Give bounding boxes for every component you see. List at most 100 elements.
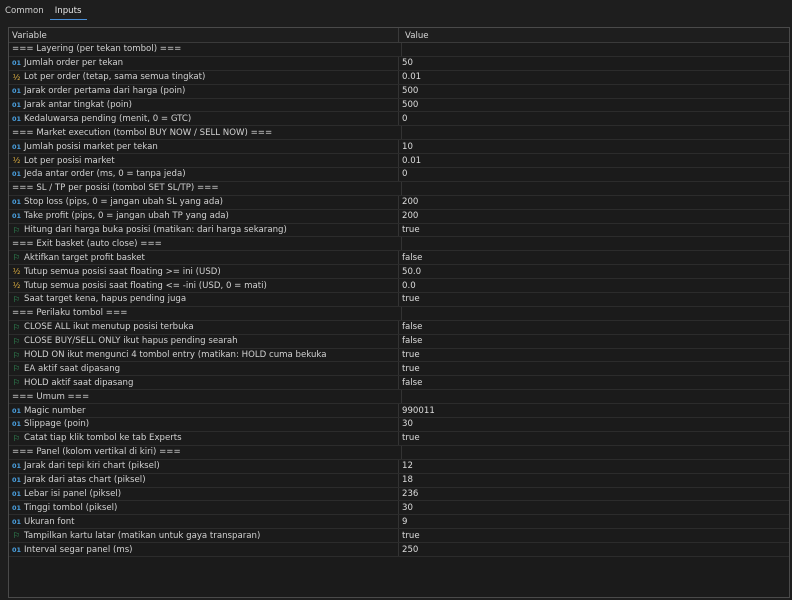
variable-cell: ⚐ Hitung dari harga buka posisi (matikan:… [9, 223, 399, 237]
value-cell[interactable]: 200 [399, 196, 418, 209]
value-cell[interactable]: false [399, 251, 422, 264]
table-row[interactable]: ⚐ Tampilkan kartu latar (matikan untuk ga… [9, 529, 789, 544]
table-row[interactable]: ⚐ Saat target kena, hapus pending juga tru… [9, 293, 789, 307]
variable-label: Tampilkan kartu latar (matikan untuk gay… [24, 530, 261, 541]
value-cell[interactable]: false [399, 335, 422, 348]
variable-cell: ⚐ HOLD ON ikut mengunci 4 tombol entry (m… [9, 348, 399, 362]
section-row[interactable]: === Umum === [9, 390, 789, 405]
tab-inputs[interactable]: Inputs [49, 0, 88, 20]
value-cell[interactable]: 9 [399, 515, 407, 528]
value-cell[interactable]: 12 [399, 460, 413, 473]
variable-label: Ukuran font [24, 516, 75, 527]
value-cell[interactable]: true [399, 293, 420, 306]
value-cell[interactable]: true [399, 224, 420, 237]
section-row[interactable]: === Perilaku tombol === [9, 306, 789, 321]
bool-flag-icon: ⚐ [12, 531, 21, 541]
value-text: 12 [402, 461, 413, 472]
value-cell[interactable]: 0.0 [399, 279, 416, 292]
table-row[interactable]: ½ Tutup semua posisi saat floating >= ini… [9, 265, 789, 280]
value-cell[interactable]: 990011 [399, 404, 435, 417]
value-cell[interactable]: 30 [399, 418, 413, 431]
table-row[interactable]: ⚐ HOLD ON ikut mengunci 4 tombol entry (m… [9, 348, 789, 363]
value-cell[interactable]: true [399, 362, 420, 375]
section-row[interactable]: === SL / TP per posisi (tombol SET SL/TP… [9, 181, 789, 196]
value-text: 10 [402, 141, 413, 152]
bool-flag-icon: ⚐ [12, 378, 21, 388]
variable-label: Jarak dari tepi kiri chart (piksel) [24, 461, 160, 472]
variable-cell: === Umum === [9, 390, 402, 404]
variable-cell: 01 Jarak antar tingkat (poin) [9, 98, 399, 112]
integer-type-icon: 01 [12, 489, 22, 498]
variable-cell: 01 Stop loss (pips, 0 = jangan ubah SL ya… [9, 195, 399, 209]
variable-label: EA aktif saat dipasang [24, 363, 121, 374]
table-row[interactable]: 01 Jarak dari atas chart (piksel) 18 [9, 473, 789, 488]
variable-label: Jumlah order per tekan [24, 58, 124, 69]
value-cell[interactable]: true [399, 432, 420, 445]
value-text: 250 [402, 544, 419, 555]
table-row[interactable]: 01 Stop loss (pips, 0 = jangan ubah SL ya… [9, 195, 789, 210]
value-cell[interactable]: 0.01 [399, 71, 421, 84]
value-cell[interactable]: 0 [399, 168, 407, 181]
table-row[interactable]: 01 Ukuran font 9 [9, 515, 789, 530]
table-row[interactable]: ½ Lot per order (tetap, sama semua tingka… [9, 70, 789, 85]
variable-label: === Exit basket (auto close) === [12, 238, 162, 249]
variable-label: Magic number [24, 405, 86, 416]
table-row[interactable]: 01 Tinggi tombol (piksel) 30 [9, 501, 789, 516]
value-cell[interactable]: 250 [399, 543, 418, 556]
value-cell[interactable]: 500 [399, 85, 418, 98]
value-cell[interactable]: 200 [399, 210, 418, 223]
table-row[interactable]: ½ Lot per posisi market 0.01 [9, 154, 789, 169]
table-row[interactable]: 01 Lebar isi panel (piksel) 236 [9, 487, 789, 502]
table-row[interactable]: 01 Magic number 990011 [9, 404, 789, 419]
table-row[interactable]: 01 Kedaluwarsa pending (menit, 0 = GTC) 0 [9, 112, 789, 127]
table-row[interactable]: ⚐ HOLD aktif saat dipasang false [9, 376, 789, 391]
table-row[interactable]: ⚐ CLOSE BUY/SELL ONLY ikut hapus pending … [9, 334, 789, 349]
section-row[interactable]: === Panel (kolom vertikal di kiri) === [9, 445, 789, 460]
table-row[interactable]: 01 Interval segar panel (ms) 250 [9, 543, 789, 557]
table-row[interactable]: ⚐ Aktifkan target profit basket false [9, 251, 789, 266]
section-row[interactable]: === Market execution (tombol BUY NOW / S… [9, 126, 789, 141]
table-row[interactable]: 01 Jumlah order per tekan 50 [9, 56, 789, 71]
bool-flag-icon: ⚐ [12, 294, 21, 304]
tab-common[interactable]: Common [0, 0, 50, 19]
table-row[interactable]: 01 Jarak order pertama dari harga (poin) 5… [9, 84, 789, 99]
table-row[interactable]: 01 Slippage (poin) 30 [9, 418, 789, 432]
value-cell[interactable]: 0 [399, 112, 407, 125]
value-cell[interactable]: 10 [399, 140, 413, 153]
value-cell[interactable]: 500 [399, 99, 418, 112]
value-cell[interactable]: 0.01 [399, 154, 421, 167]
value-text: true [402, 350, 420, 361]
value-cell [402, 126, 405, 139]
table-row[interactable]: ⚐ EA aktif saat dipasang true [9, 362, 789, 377]
header-variable[interactable]: Variable [9, 28, 399, 42]
variable-cell: ⚐ Catat tiap klik tombol ke tab Experts [9, 431, 399, 445]
variable-cell: === Perilaku tombol === [9, 306, 402, 320]
value-text: false [402, 377, 423, 388]
value-cell[interactable]: 30 [399, 501, 413, 514]
inputs-table: Variable Value === Layering (per tekan t… [8, 27, 790, 598]
value-cell[interactable]: true [399, 349, 420, 362]
value-cell[interactable]: true [399, 529, 420, 542]
value-cell[interactable]: 236 [399, 488, 418, 501]
table-row[interactable]: ⚐ CLOSE ALL ikut menutup posisi terbuka fa… [9, 320, 789, 335]
value-cell[interactable]: 18 [399, 474, 413, 487]
table-row[interactable]: 01 Jumlah posisi market per tekan 10 [9, 140, 789, 155]
table-row[interactable]: 01 Jarak dari tepi kiri chart (piksel) 12 [9, 459, 789, 474]
value-cell[interactable]: false [399, 321, 422, 334]
table-row[interactable]: 01 Take profit (pips, 0 = jangan ubah TP … [9, 209, 789, 224]
header-value[interactable]: Value [399, 28, 429, 42]
table-row[interactable]: 01 Jeda antar order (ms, 0 = tanpa jeda) 0 [9, 168, 789, 182]
section-row[interactable]: === Layering (per tekan tombol) === [9, 43, 789, 57]
table-row[interactable]: ⚐ Hitung dari harga buka posisi (matikan:… [9, 223, 789, 238]
value-cell[interactable]: 50 [399, 57, 413, 70]
tab-bar: Common Inputs [0, 0, 792, 20]
value-cell[interactable]: 50.0 [399, 265, 421, 278]
value-cell [402, 43, 405, 56]
table-row[interactable]: ½ Tutup semua posisi saat floating <= -in… [9, 279, 789, 294]
value-cell[interactable]: false [399, 376, 422, 389]
section-row[interactable]: === Exit basket (auto close) === [9, 237, 789, 252]
value-text: true [402, 363, 420, 374]
table-row[interactable]: ⚐ Catat tiap klik tombol ke tab Experts tr… [9, 431, 789, 446]
table-row[interactable]: 01 Jarak antar tingkat (poin) 500 [9, 98, 789, 113]
bool-flag-icon: ⚐ [12, 433, 21, 443]
